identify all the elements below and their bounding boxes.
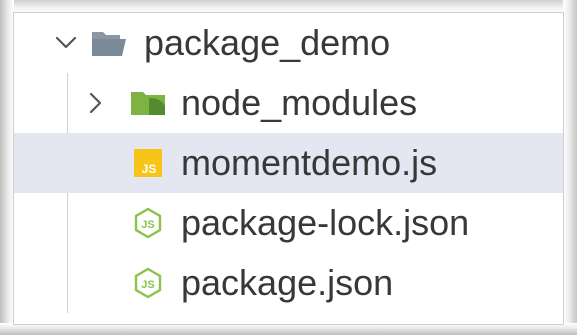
file-tree: package_demo node_modules JS momentdemo.… xyxy=(14,13,563,313)
tree-item-label: package-lock.json xyxy=(181,202,470,243)
folder-open-icon xyxy=(90,28,128,58)
tree-row-node-modules[interactable]: node_modules xyxy=(14,73,563,133)
tree-item-label: package.json xyxy=(181,262,394,303)
tree-row-package-demo[interactable]: package_demo xyxy=(14,13,563,73)
tree-item-label: node_modules xyxy=(181,82,418,123)
nodejs-file-icon: JS xyxy=(132,207,164,239)
tree-row-momentdemo-js[interactable]: JS momentdemo.js xyxy=(14,133,563,193)
nodejs-file-icon: JS xyxy=(132,267,164,299)
tree-row-package-json[interactable]: JS package.json xyxy=(14,253,563,313)
svg-text:JS: JS xyxy=(141,279,154,291)
panel-shadow xyxy=(563,0,577,335)
tree-row-package-lock-json[interactable]: JS package-lock.json xyxy=(14,193,563,253)
tree-item-label: momentdemo.js xyxy=(181,142,438,183)
panel-shadow xyxy=(0,0,14,335)
chevron-right-icon[interactable] xyxy=(84,91,108,115)
folder-icon xyxy=(129,88,167,118)
tree-item-label: package_demo xyxy=(144,22,391,63)
chevron-down-icon[interactable] xyxy=(54,31,78,55)
explorer-panel: package_demo node_modules JS momentdemo.… xyxy=(0,0,577,335)
javascript-file-icon: JS xyxy=(134,149,162,177)
svg-text:JS: JS xyxy=(142,162,157,176)
svg-text:JS: JS xyxy=(141,219,154,231)
